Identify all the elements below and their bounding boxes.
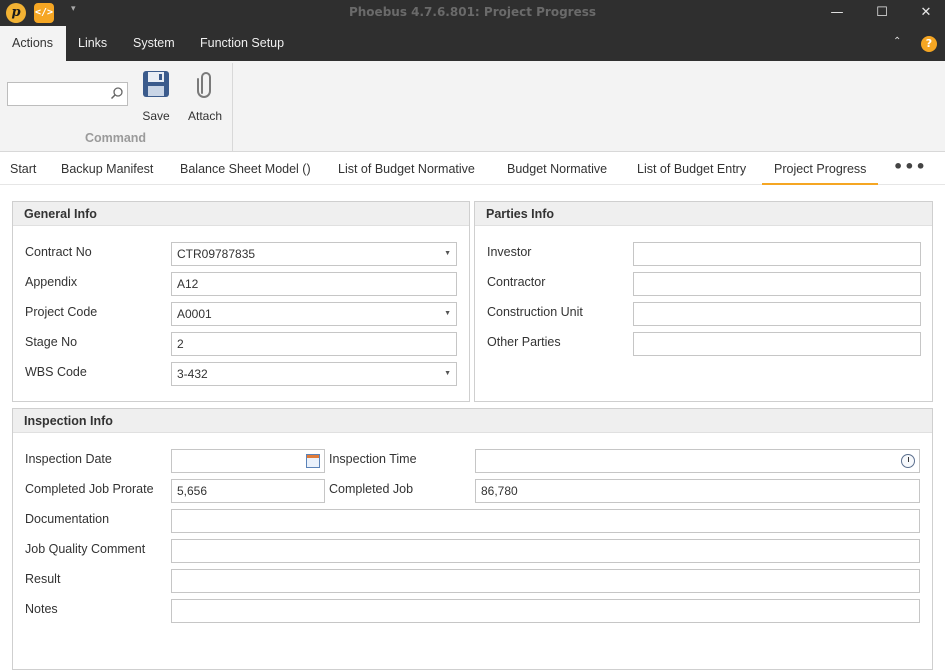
- documentation-field[interactable]: [171, 509, 920, 533]
- parties-info-panel: Parties Info Investor Contractor Constru…: [474, 201, 933, 402]
- result-label: Result: [25, 572, 61, 586]
- project-code-dropdown[interactable]: A0001 ▼: [171, 302, 457, 326]
- general-info-panel: General Info Contract No CTR09787835 ▼ A…: [12, 201, 470, 402]
- completed-job-prorate-label: Completed Job Prorate: [25, 482, 154, 496]
- inspection-date-field[interactable]: [171, 449, 325, 473]
- inspection-date-label: Inspection Date: [25, 452, 112, 466]
- close-button[interactable]: ✕: [906, 0, 945, 26]
- tab-list-of-budget-entry[interactable]: List of Budget Entry: [637, 152, 746, 185]
- minimize-button[interactable]: —: [817, 0, 857, 26]
- menu-system[interactable]: System: [121, 26, 187, 61]
- completed-job-label: Completed Job: [329, 482, 414, 496]
- inspection-time-field[interactable]: [475, 449, 920, 473]
- stage-no-label: Stage No: [25, 335, 78, 349]
- investor-field[interactable]: [633, 242, 921, 266]
- window-title: Phoebus 4.7.6.801: Project Progress: [348, 5, 597, 19]
- menu-function-setup[interactable]: Function Setup: [188, 26, 296, 61]
- search-input[interactable]: [7, 82, 128, 106]
- contractor-field[interactable]: [633, 272, 921, 296]
- ribbon-group-command: Command: [84, 131, 147, 145]
- tab-project-progress[interactable]: Project Progress: [762, 152, 879, 185]
- chevron-down-icon[interactable]: ▼: [444, 363, 451, 385]
- other-parties-field[interactable]: [633, 332, 921, 356]
- tab-list-of-budget-normative[interactable]: List of Budget Normative: [338, 152, 475, 185]
- construction-unit-field[interactable]: [633, 302, 921, 326]
- more-tabs-icon[interactable]: •••: [893, 152, 927, 185]
- attach-label: Attach: [187, 109, 223, 123]
- maximize-button[interactable]: ☐: [862, 0, 902, 26]
- general-info-title: General Info: [13, 202, 469, 226]
- wbs-code-label: WBS Code: [25, 365, 87, 379]
- contractor-label: Contractor: [487, 275, 546, 289]
- wbs-code-dropdown[interactable]: 3-432 ▼: [171, 362, 457, 386]
- notes-field[interactable]: [171, 599, 920, 623]
- contract-no-value: CTR09787835: [177, 247, 256, 261]
- menu-links[interactable]: Links: [66, 26, 119, 61]
- inspection-info-panel: Inspection Info Inspection Date Inspecti…: [12, 408, 933, 670]
- paperclip-icon: [197, 72, 211, 98]
- notes-label: Notes: [25, 602, 58, 616]
- calendar-icon[interactable]: [306, 454, 320, 468]
- attach-button[interactable]: Attach: [183, 69, 227, 129]
- completed-job-prorate-field[interactable]: 5,656: [171, 479, 325, 503]
- tab-backup-manifest[interactable]: Backup Manifest: [61, 152, 153, 185]
- wbs-code-value: 3-432: [177, 367, 208, 381]
- ribbon: Save Attach Command: [0, 61, 945, 152]
- other-parties-label: Other Parties: [487, 335, 561, 349]
- collapse-ribbon-icon[interactable]: ⌃: [893, 36, 901, 47]
- save-label: Save: [142, 109, 170, 123]
- stage-no-field[interactable]: 2: [171, 332, 457, 356]
- search-field[interactable]: [10, 85, 106, 103]
- menu-bar: Actions Links System Function Setup ⌃ ?: [0, 26, 945, 61]
- project-code-label: Project Code: [25, 305, 98, 319]
- chevron-down-icon[interactable]: ▼: [444, 303, 451, 325]
- inspection-time-label: Inspection Time: [329, 452, 417, 466]
- appendix-field[interactable]: A12: [171, 272, 457, 296]
- appendix-label: Appendix: [25, 275, 78, 289]
- job-quality-comment-field[interactable]: [171, 539, 920, 563]
- menu-actions[interactable]: Actions: [0, 26, 66, 61]
- tab-start[interactable]: Start: [10, 152, 36, 185]
- construction-unit-label: Construction Unit: [487, 305, 583, 319]
- help-icon[interactable]: ?: [921, 36, 937, 52]
- title-bar: p </> ▾ Phoebus 4.7.6.801: Project Progr…: [0, 0, 945, 26]
- job-quality-comment-label: Job Quality Comment: [25, 542, 146, 556]
- chevron-down-icon[interactable]: ▼: [444, 243, 451, 265]
- completed-job-field[interactable]: 86,780: [475, 479, 920, 503]
- search-icon[interactable]: [110, 86, 124, 100]
- ribbon-separator: [232, 63, 233, 151]
- tab-balance-sheet-model[interactable]: Balance Sheet Model (): [180, 152, 311, 185]
- clock-icon[interactable]: [901, 454, 915, 468]
- result-field[interactable]: [171, 569, 920, 593]
- investor-label: Investor: [487, 245, 532, 259]
- inspection-info-title: Inspection Info: [13, 409, 932, 433]
- contract-no-dropdown[interactable]: CTR09787835 ▼: [171, 242, 457, 266]
- parties-info-title: Parties Info: [475, 202, 932, 226]
- tab-budget-normative[interactable]: Budget Normative: [507, 152, 607, 185]
- documentation-label: Documentation: [25, 512, 110, 526]
- floppy-disk-icon: [143, 71, 169, 97]
- contract-no-label: Contract No: [25, 245, 92, 259]
- document-tabs: Start Backup Manifest Balance Sheet Mode…: [0, 152, 945, 185]
- save-button[interactable]: Save: [134, 69, 178, 129]
- project-code-value: A0001: [177, 307, 212, 321]
